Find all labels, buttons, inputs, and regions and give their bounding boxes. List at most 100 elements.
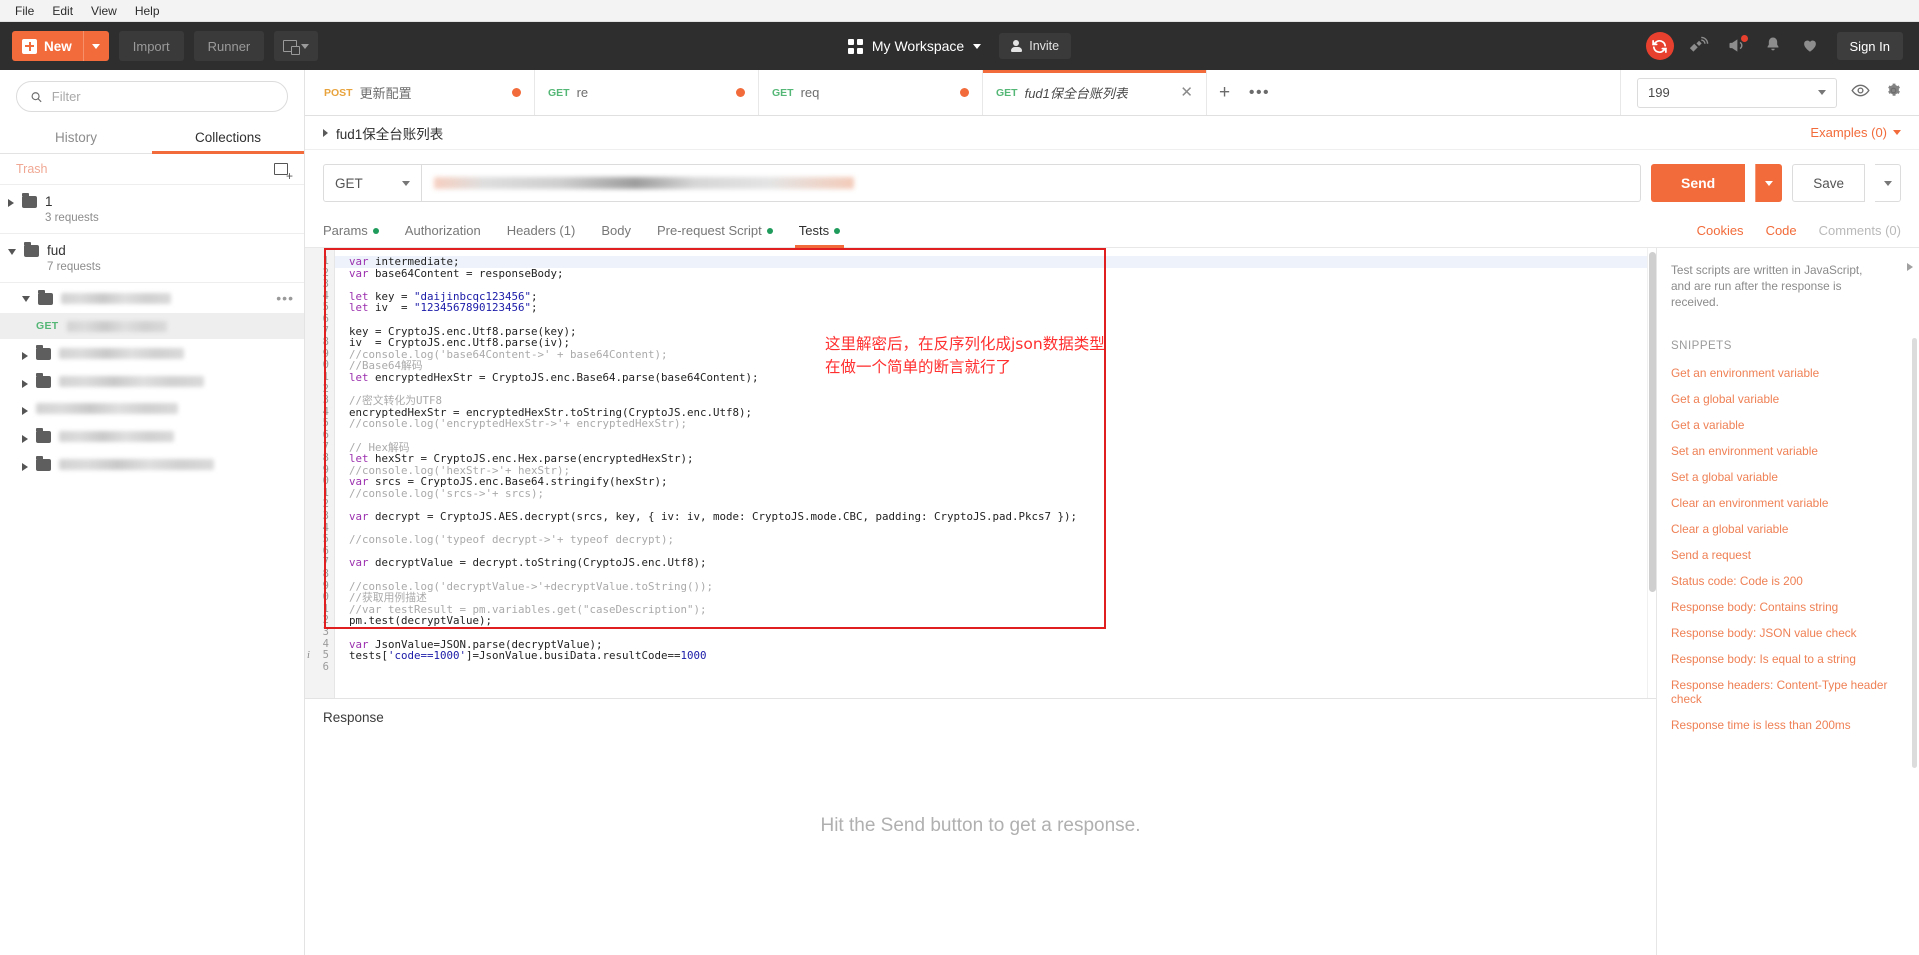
snippet-item[interactable]: Get an environment variable <box>1671 360 1901 386</box>
request-tab[interactable]: GET re <box>535 70 759 115</box>
tab-tests[interactable]: Tests <box>794 214 845 248</box>
gear-icon[interactable] <box>1884 81 1903 105</box>
menu-item-edit[interactable]: Edit <box>43 2 82 20</box>
code-text-area[interactable]: var intermediate; var base64Content = res… <box>335 248 1647 698</box>
save-dropdown-button[interactable] <box>1875 164 1901 202</box>
runner-button[interactable]: Runner <box>193 31 265 61</box>
chevron-down-icon[interactable] <box>8 249 16 259</box>
bell-icon[interactable] <box>1763 35 1785 57</box>
line-number: 3 <box>322 278 329 291</box>
send-button[interactable]: Send <box>1650 164 1746 202</box>
menu-item-view[interactable]: View <box>82 2 126 20</box>
snippet-item[interactable]: Set an environment variable <box>1671 438 1901 464</box>
chevron-right-icon[interactable] <box>22 379 28 388</box>
redacted-label <box>59 430 174 442</box>
request-tab[interactable]: GET req <box>759 70 983 115</box>
tab-body[interactable]: Body <box>601 214 631 247</box>
code-editor[interactable]: 123456789012345678901234567890123456 var… <box>305 248 1656 698</box>
snippet-item[interactable]: Response headers: Content-Type header ch… <box>1671 672 1901 712</box>
chevron-right-icon[interactable] <box>22 462 28 471</box>
megaphone-icon[interactable] <box>1726 35 1748 57</box>
tab-params[interactable]: Params <box>323 214 379 247</box>
snippet-item[interactable]: Get a variable <box>1671 412 1901 438</box>
cookies-link[interactable]: Cookies <box>1697 223 1744 238</box>
request-tab-active[interactable]: GET fud1保全台账列表 ✕ <box>983 70 1207 115</box>
line-number: 0 <box>322 475 329 488</box>
snippet-item[interactable]: Clear a global variable <box>1671 516 1901 542</box>
line-number: 2 <box>322 498 329 511</box>
list-item[interactable] <box>0 367 304 395</box>
chevron-right-icon[interactable] <box>8 199 14 207</box>
list-item[interactable] <box>0 395 304 422</box>
examples-link[interactable]: Examples (0) <box>1810 125 1919 140</box>
snippet-item[interactable]: Send a request <box>1671 542 1901 568</box>
new-button[interactable]: New <box>12 31 109 61</box>
invite-button[interactable]: Invite <box>999 33 1072 59</box>
more-options-icon[interactable]: ••• <box>276 290 294 306</box>
code-line: let iv = "1234567890123456"; <box>349 301 538 315</box>
sync-icon[interactable] <box>1645 32 1674 60</box>
snippet-item[interactable]: Clear an environment variable <box>1671 490 1901 516</box>
filter-box[interactable] <box>16 81 288 112</box>
snippet-item[interactable]: Response body: JSON value check <box>1671 620 1901 646</box>
tab-history[interactable]: History <box>0 121 152 153</box>
editor-scrollbar[interactable] <box>1647 248 1656 698</box>
request-tabs-right-links: Cookies Code Comments (0) <box>1697 223 1901 238</box>
list-item[interactable] <box>0 339 304 367</box>
new-button-dropdown[interactable] <box>82 31 109 61</box>
menu-item-help[interactable]: Help <box>126 2 169 20</box>
snippet-item[interactable]: Get a global variable <box>1671 386 1901 412</box>
request-tab[interactable]: POST 更新配置 <box>311 70 535 115</box>
satellite-icon[interactable] <box>1689 35 1711 57</box>
snippet-item[interactable]: Response body: Contains string <box>1671 594 1901 620</box>
chevron-right-icon[interactable] <box>22 407 28 415</box>
line-number: 1 <box>322 255 329 267</box>
trash-link[interactable]: Trash <box>16 162 48 176</box>
url-input[interactable] <box>422 164 1641 202</box>
snippet-item[interactable]: Status code: Code is 200 <box>1671 568 1901 594</box>
workspace-selector[interactable]: My Workspace <box>847 38 982 54</box>
tab-authorization[interactable]: Authorization <box>405 214 481 247</box>
annotation-line-1: 这里解密后，在反序列化成json数据类型 <box>825 335 1105 353</box>
chevron-right-icon[interactable] <box>323 128 328 137</box>
search-input[interactable] <box>51 89 274 104</box>
add-tab-button[interactable]: + <box>1207 70 1242 115</box>
menu-item-file[interactable]: File <box>6 2 43 20</box>
list-item[interactable]: GET <box>0 313 304 339</box>
new-button-main[interactable]: New <box>12 31 83 61</box>
chevron-right-icon[interactable] <box>22 351 28 360</box>
environment-value: 199 <box>1648 85 1670 100</box>
redacted-label <box>59 375 204 387</box>
line-number: 0 <box>322 591 329 604</box>
send-dropdown-button[interactable] <box>1755 164 1783 202</box>
list-item[interactable]: ••• <box>0 283 304 313</box>
heart-icon[interactable] <box>1800 35 1822 57</box>
collection-row[interactable]: 1 3 requests <box>0 185 304 234</box>
chevron-down-icon[interactable] <box>22 296 30 306</box>
line-number: 1 <box>322 602 329 615</box>
snippet-item[interactable]: Set a global variable <box>1671 464 1901 490</box>
tab-headers[interactable]: Headers (1) <box>507 214 576 247</box>
new-collection-icon[interactable] <box>274 163 293 182</box>
new-tab-icon-button[interactable] <box>274 31 319 61</box>
sign-in-button[interactable]: Sign In <box>1836 32 1903 60</box>
environment-select[interactable]: 199 <box>1637 77 1837 108</box>
collection-row[interactable]: fud 7 requests <box>0 234 304 283</box>
snippet-item[interactable]: Response time is less than 200ms <box>1671 712 1901 738</box>
method-select[interactable]: GET <box>323 164 422 202</box>
code-link[interactable]: Code <box>1766 223 1797 238</box>
chevron-right-icon[interactable] <box>22 434 28 443</box>
tab-pre-request-script[interactable]: Pre-request Script <box>657 214 773 247</box>
save-button[interactable]: Save <box>1792 164 1865 202</box>
tab-more-options-icon[interactable]: ••• <box>1242 70 1277 115</box>
close-icon[interactable]: ✕ <box>1180 85 1193 100</box>
tab-collections[interactable]: Collections <box>152 121 304 154</box>
snippet-item[interactable]: Response body: Is equal to a string <box>1671 646 1901 672</box>
snippets-scrollbar[interactable] <box>1912 338 1917 768</box>
collapse-panel-icon[interactable] <box>1907 263 1913 271</box>
list-item[interactable] <box>0 422 304 450</box>
import-button[interactable]: Import <box>118 31 184 61</box>
grid-icon <box>847 38 863 54</box>
list-item[interactable] <box>0 450 304 478</box>
eye-icon[interactable] <box>1851 81 1870 105</box>
